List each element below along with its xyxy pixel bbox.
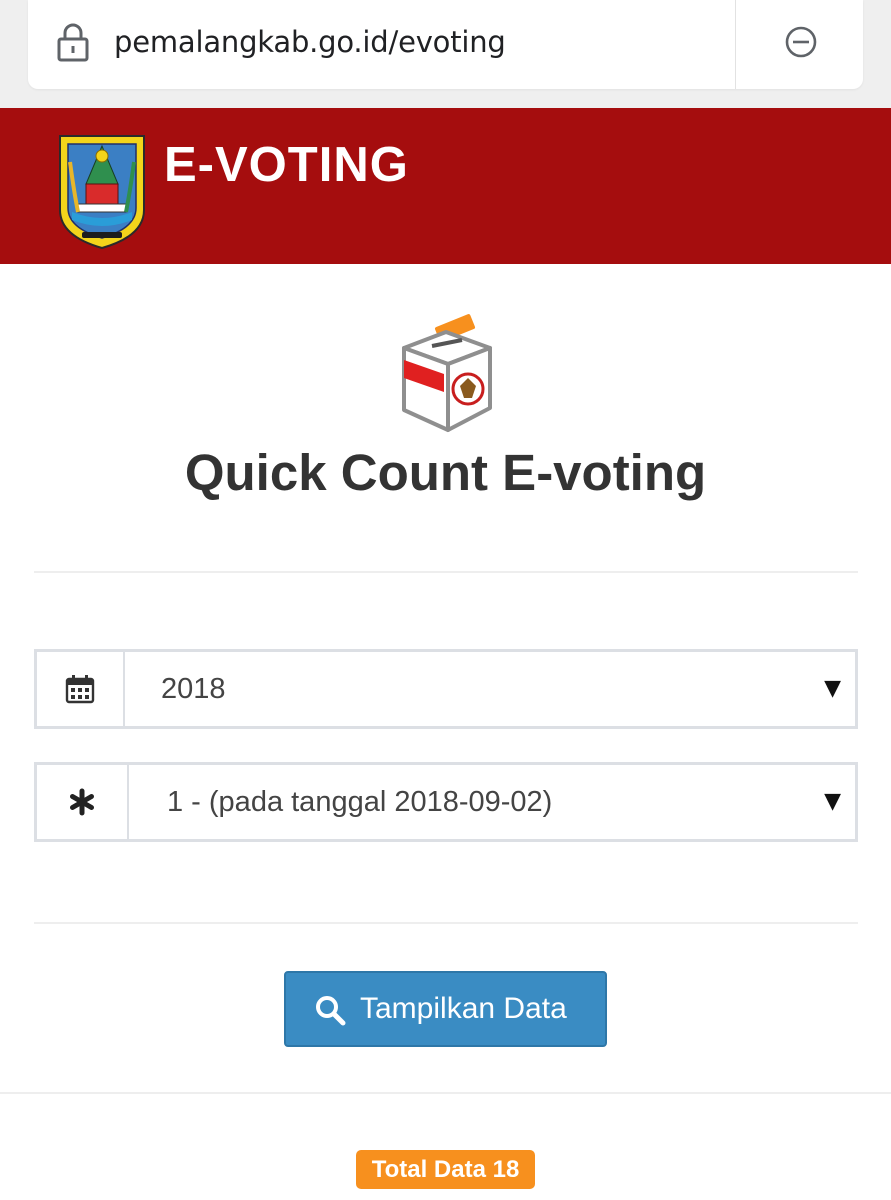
asterisk-icon xyxy=(70,788,94,816)
period-select[interactable]: 1 - (pada tanggal 2018-09-02) ▼ xyxy=(34,762,858,842)
period-select-value[interactable]: 1 - (pada tanggal 2018-09-02) xyxy=(167,765,552,839)
show-data-button[interactable]: Tampilkan Data xyxy=(284,971,607,1047)
divider xyxy=(0,1092,891,1094)
site-header: E-VOTING xyxy=(0,108,891,264)
year-select-addon xyxy=(37,652,125,726)
search-icon xyxy=(316,996,346,1026)
period-select-addon xyxy=(37,765,129,839)
minus-circle-icon[interactable] xyxy=(783,24,819,60)
show-data-button-label: Tampilkan Data xyxy=(360,992,567,1025)
year-select-value[interactable]: 2018 xyxy=(161,652,226,726)
url-text[interactable]: pemalangkab.go.id/evoting xyxy=(114,22,506,62)
total-data-badge: Total Data 18 xyxy=(356,1150,535,1189)
browser-toolbar: pemalangkab.go.id/evoting xyxy=(0,0,891,108)
address-bar[interactable]: pemalangkab.go.id/evoting xyxy=(28,0,863,89)
calendar-icon xyxy=(65,675,95,704)
chevron-down-icon[interactable]: ▼ xyxy=(824,652,841,726)
chevron-down-icon[interactable]: ▼ xyxy=(824,765,841,839)
divider xyxy=(34,922,858,924)
brand-title[interactable]: E-VOTING xyxy=(164,136,409,194)
page-title: Quick Count E-voting xyxy=(184,444,707,501)
ballot-box-icon xyxy=(402,314,492,432)
lock-icon[interactable] xyxy=(56,22,90,62)
year-select[interactable]: 2018 ▼ xyxy=(34,649,858,729)
address-bar-divider xyxy=(735,0,736,89)
regency-emblem-icon[interactable] xyxy=(56,132,148,250)
divider xyxy=(34,571,858,573)
